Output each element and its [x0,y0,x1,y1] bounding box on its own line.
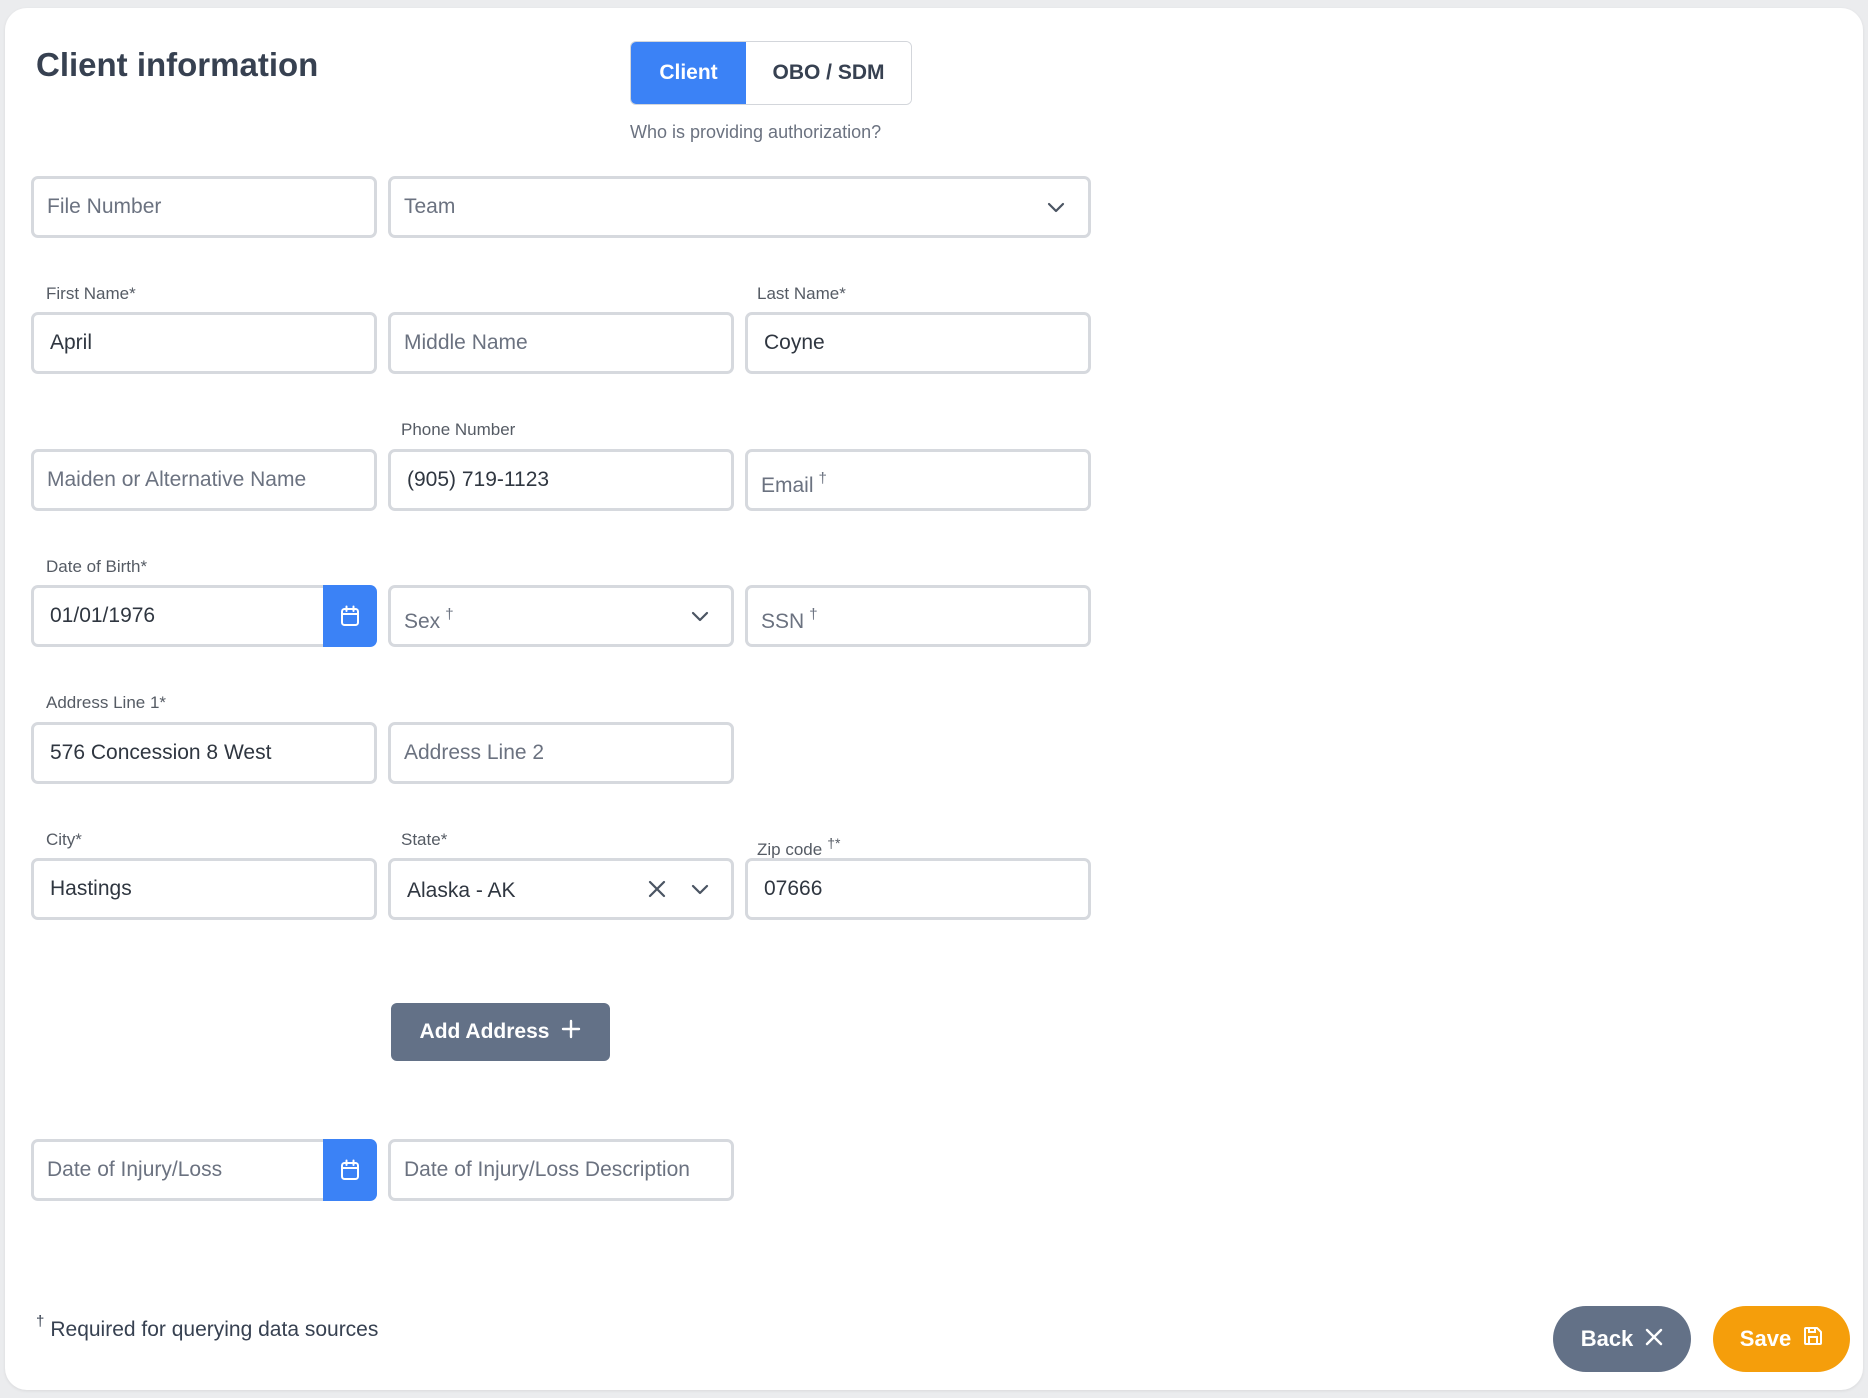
back-button[interactable]: Back [1553,1306,1691,1372]
calendar-icon [340,605,360,627]
client-information-card: Client information Client OBO / SDM Who … [5,8,1863,1390]
last-name-input[interactable]: Coyne [745,312,1091,374]
injury-date-input[interactable]: Date of Injury/Loss [31,1139,327,1201]
toggle-obo-sdm[interactable]: OBO / SDM [746,42,911,104]
last-name-value: Coyne [764,331,825,354]
footnote-text: Required for querying data sources [50,1318,379,1341]
authorization-hint: Who is providing authorization? [630,122,882,142]
team-placeholder: Team [404,195,456,218]
email-placeholder: Email † [761,470,827,497]
state-value: Alaska - AK [407,879,516,902]
first-name-input[interactable]: April [31,312,377,374]
floppy-disk-icon [1803,1326,1823,1352]
middle-name-placeholder: Middle Name [404,331,528,354]
dob-input[interactable]: 01/01/1976 [31,585,327,647]
authorization-toggle: Client OBO / SDM [630,41,912,105]
injury-description-placeholder: Date of Injury/Loss Description [404,1158,690,1181]
maiden-name-input[interactable]: Maiden or Alternative Name [31,449,377,511]
phone-value: (905) 719-1123 [407,468,550,491]
zip-label: Zip code †* [757,835,841,859]
chevron-down-icon [691,607,709,625]
toggle-client[interactable]: Client [631,42,746,104]
dob-value: 01/01/1976 [50,604,156,627]
first-name-label: First Name* [46,284,136,303]
footnote: † Required for querying data sources [36,1313,378,1342]
injury-date-calendar-button[interactable] [323,1139,377,1201]
close-icon [1645,1326,1663,1352]
state-select[interactable]: Alaska - AK [388,858,734,920]
phone-label: Phone Number [401,420,516,439]
address2-input[interactable]: Address Line 2 [388,722,734,784]
chevron-down-icon [691,880,709,898]
city-label: City* [46,830,82,849]
address1-label: Address Line 1* [46,693,167,712]
dob-calendar-button[interactable] [323,585,377,647]
plus-icon [561,1019,581,1045]
city-value: Hastings [50,877,132,900]
state-label: State* [401,830,448,849]
address2-placeholder: Address Line 2 [404,741,545,764]
page-title: Client information [36,46,319,83]
chevron-down-icon [1047,198,1065,216]
zip-input[interactable]: 07666 [745,858,1091,920]
back-label: Back [1580,1326,1634,1351]
injury-date-placeholder: Date of Injury/Loss [47,1158,223,1181]
dob-label: Date of Birth* [46,557,148,576]
sex-placeholder: Sex † [404,606,454,633]
file-number-input[interactable]: File Number [31,176,377,238]
first-name-value: April [50,331,93,354]
add-address-button[interactable]: Add Address [391,1003,610,1061]
team-select[interactable]: Team [388,176,1091,238]
middle-name-input[interactable]: Middle Name [388,312,734,374]
address1-input[interactable]: 576 Concession 8 West [31,722,377,784]
maiden-name-placeholder: Maiden or Alternative Name [47,468,307,491]
address1-value: 576 Concession 8 West [50,741,272,764]
zip-value: 07666 [764,877,823,900]
save-button[interactable]: Save [1713,1306,1850,1372]
add-address-label: Add Address [419,1020,550,1043]
phone-input[interactable]: (905) 719-1123 [388,449,734,511]
email-input[interactable]: Email † [745,449,1091,511]
ssn-input[interactable]: SSN † [745,585,1091,647]
footnote-marker: † [36,1313,45,1330]
last-name-label: Last Name* [757,284,846,303]
file-number-placeholder: File Number [47,195,162,218]
calendar-icon [340,1159,360,1181]
ssn-placeholder: SSN † [761,606,818,633]
save-label: Save [1739,1326,1792,1351]
sex-select[interactable]: Sex † [388,585,734,647]
close-icon[interactable] [647,879,667,899]
city-input[interactable]: Hastings [31,858,377,920]
injury-description-input[interactable]: Date of Injury/Loss Description [388,1139,734,1201]
